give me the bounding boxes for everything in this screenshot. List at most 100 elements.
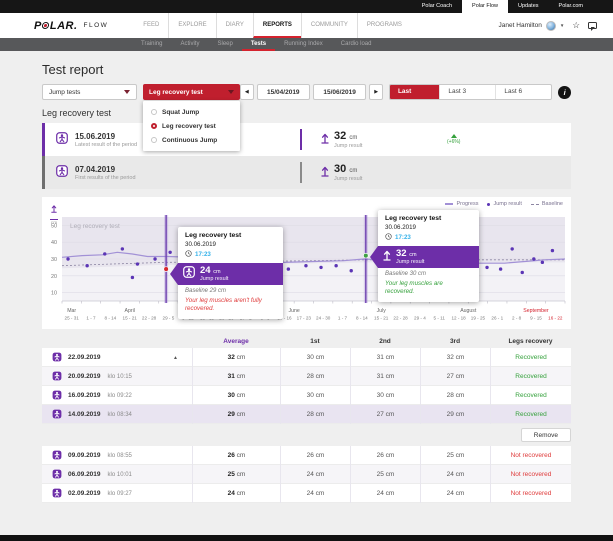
arrow-up-icon xyxy=(383,248,391,266)
range-button-last-6-months[interactable]: Last 6 months xyxy=(495,85,551,99)
jump-test-icon xyxy=(52,485,62,503)
table-row[interactable]: 14.09.2019klo 08:3429 cm28 cm27 cm29 cmR… xyxy=(42,405,571,424)
logo-o-icon xyxy=(42,22,50,29)
svg-text:July: July xyxy=(377,308,387,314)
avatar[interactable] xyxy=(546,21,556,31)
table-row[interactable]: 20.09.2019klo 10:1531 cm28 cm31 cm27 cmR… xyxy=(42,367,571,386)
polar-logo[interactable]: PLAR.FLOW xyxy=(34,20,108,32)
chart-tooltip-recovered: Leg recovery test 30.06.2019 17:23 32 cm… xyxy=(378,210,479,302)
legs-recovery-status: Recovered xyxy=(490,367,571,386)
rep-2-cell: 27 cm xyxy=(350,405,420,424)
test-type-dropdown[interactable]: Leg recovery test Squat JumpLeg recovery… xyxy=(143,84,240,100)
rep-2-cell: 25 cm xyxy=(350,465,420,484)
svg-text:1 - 7: 1 - 7 xyxy=(338,316,348,321)
feedback-chat-icon[interactable] xyxy=(588,22,597,29)
legend-jump-result: Jump result xyxy=(493,201,521,207)
date-to-field[interactable]: 15/06/2019 xyxy=(313,84,366,100)
average-cell: 30 cm xyxy=(192,386,280,405)
jump-test-icon xyxy=(52,406,62,424)
table-row[interactable]: 06.09.2019klo 10:0125 cm24 cm25 cm24 cmN… xyxy=(42,465,571,484)
nav-item-community[interactable]: COMMUNITY xyxy=(301,13,357,38)
test-type-menu: Squat JumpLeg recovery testContinuous Ju… xyxy=(143,101,240,151)
svg-text:Mar: Mar xyxy=(67,308,76,314)
subnav-item-sleep[interactable]: Sleep xyxy=(208,38,241,51)
chart-svg: 1020304050Leg recovery testMarAprilMayJu… xyxy=(42,197,571,329)
jump-test-icon xyxy=(52,349,62,367)
chart-card: cm Progress Jump result Baseline 1020304… xyxy=(42,197,571,329)
topbar-tab-polar-coach[interactable]: Polar Coach xyxy=(412,0,462,13)
user-name[interactable]: Janet Hamilton xyxy=(499,22,542,29)
nav-item-feed[interactable]: FEED xyxy=(134,13,168,38)
rep-3-cell: 29 cm xyxy=(420,405,490,424)
rep-1-cell: 28 cm xyxy=(280,367,350,386)
svg-text:15 - 21: 15 - 21 xyxy=(374,316,389,321)
y-axis-unit-icon: cm xyxy=(50,200,58,226)
top-bar: Polar CoachPolar FlowUpdatesPolar.com xyxy=(0,0,613,13)
column-header-3rd: 3rd xyxy=(420,338,490,345)
date-from-field[interactable]: 15/04/2019 xyxy=(257,84,310,100)
jump-test-icon xyxy=(52,447,62,465)
test-results-chart: 1020304050Leg recovery testMarAprilMayJu… xyxy=(42,197,571,334)
column-header-2nd: 2nd xyxy=(350,338,420,345)
rep-1-cell: 28 cm xyxy=(280,405,350,424)
summary-date: 07.04.2019 xyxy=(75,165,136,174)
sort-ascending-icon[interactable]: ▲ xyxy=(173,355,178,361)
subnav-item-cardio-load[interactable]: Cardio load xyxy=(332,38,381,51)
tooltip-value-caption: Jump result xyxy=(200,276,228,282)
topbar-tab-polar-flow[interactable]: Polar Flow xyxy=(462,0,508,13)
table-row[interactable]: 22.09.2019▲32 cm30 cm31 cm32 cmRecovered xyxy=(42,348,571,367)
average-cell: 24 cm xyxy=(192,484,280,503)
tooltip-message: Your leg muscles aren't fully recovered. xyxy=(185,297,276,313)
rep-3-cell: 28 cm xyxy=(420,386,490,405)
arrow-up-icon xyxy=(321,131,329,149)
menu-option-leg-recovery-test[interactable]: Leg recovery test xyxy=(143,119,240,133)
rep-2-cell: 26 cm xyxy=(350,446,420,465)
next-period-button[interactable]: ▶ xyxy=(369,84,383,100)
legend-progress: Progress xyxy=(456,201,478,207)
svg-text:26 - 1: 26 - 1 xyxy=(491,316,503,321)
jump-test-icon xyxy=(52,387,62,405)
range-button-last-month[interactable]: Last month xyxy=(390,85,439,99)
rep-2-cell: 31 cm xyxy=(350,348,420,367)
svg-text:30: 30 xyxy=(51,257,57,263)
info-icon[interactable]: i xyxy=(558,86,571,99)
table-row[interactable]: 02.09.2019klo 09:2724 cm24 cm24 cm24 cmN… xyxy=(42,484,571,503)
tooltip-title: Leg recovery test xyxy=(185,232,276,239)
table-row[interactable]: 09.09.2019klo 08:5526 cm26 cm26 cm25 cmN… xyxy=(42,446,571,465)
nav-item-explore[interactable]: EXPLORE xyxy=(168,13,215,38)
legs-recovery-status: Not recovered xyxy=(490,446,571,465)
row-date: 06.09.2019 xyxy=(68,471,101,478)
nav-item-diary[interactable]: DIARY xyxy=(216,13,253,38)
rep-2-cell: 30 cm xyxy=(350,386,420,405)
chevron-down-icon[interactable]: ▼ xyxy=(560,23,564,28)
nav-item-reports[interactable]: REPORTS xyxy=(253,13,301,38)
test-category-dropdown[interactable]: Jump tests xyxy=(42,84,137,100)
tooltip-value-caption: Jump result xyxy=(396,259,424,265)
menu-option-squat-jump[interactable]: Squat Jump xyxy=(143,105,240,119)
row-time: klo 08:55 xyxy=(108,453,132,459)
topbar-tab-updates[interactable]: Updates xyxy=(508,0,549,13)
favorite-star-icon[interactable]: ☆ xyxy=(572,21,580,30)
menu-option-continuous-jump[interactable]: Continuous Jump xyxy=(143,133,240,147)
chart-area: cm Progress Jump result Baseline 1020304… xyxy=(42,197,571,329)
range-selector: Last monthLast 3 monthsLast 6 months xyxy=(389,84,552,100)
baseline-dash-marker xyxy=(531,204,539,205)
subnav-item-activity[interactable]: Activity xyxy=(171,38,208,51)
chart-legend: Progress Jump result Baseline xyxy=(445,201,563,207)
subnav-item-tests[interactable]: Tests xyxy=(242,38,275,51)
subnav-item-training[interactable]: Training xyxy=(132,38,171,51)
svg-text:12 - 18: 12 - 18 xyxy=(451,316,466,321)
logo-text-p: P xyxy=(34,20,42,32)
nav-item-programs[interactable]: PROGRAMS xyxy=(357,13,411,38)
svg-text:8 - 14: 8 - 14 xyxy=(104,316,116,321)
summary-value: 32 xyxy=(334,130,346,142)
row-date: 09.09.2019 xyxy=(68,452,101,459)
table-row[interactable]: 16.09.2019klo 09:2230 cm30 cm30 cm28 cmR… xyxy=(42,386,571,405)
jump-test-icon xyxy=(56,131,68,149)
prev-period-button[interactable]: ◀ xyxy=(240,84,254,100)
tooltip-date: 30.06.2019 xyxy=(185,241,276,248)
subnav-item-running-index[interactable]: Running Index xyxy=(275,38,332,51)
range-button-last-3-months[interactable]: Last 3 months xyxy=(439,85,495,99)
topbar-tab-polar-com[interactable]: Polar.com xyxy=(549,0,593,13)
remove-button[interactable]: Remove xyxy=(521,428,571,442)
